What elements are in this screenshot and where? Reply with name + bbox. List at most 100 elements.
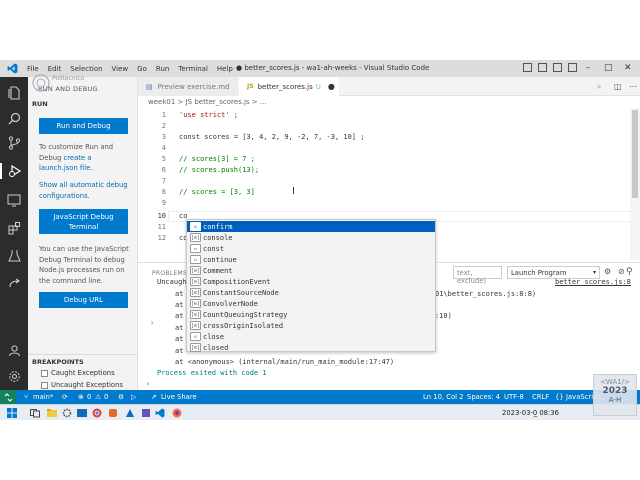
- tab-problems[interactable]: PROBLEMS: [152, 270, 187, 277]
- cursor-position[interactable]: Ln 10, Col 2: [423, 393, 464, 401]
- windows-start-icon[interactable]: [7, 408, 17, 418]
- javascript-debug-terminal-button[interactable]: JavaScript Debug Terminal: [39, 209, 128, 234]
- live-share-icon[interactable]: [6, 275, 22, 291]
- warnings-icon[interactable]: ⚠: [95, 393, 101, 401]
- app-icon[interactable]: [108, 408, 118, 418]
- errors-count[interactable]: 0: [87, 393, 91, 401]
- editor-scrollbar[interactable]: [630, 108, 640, 260]
- toggle-sidebar-icon[interactable]: [523, 63, 532, 72]
- suggestion-item[interactable]: [e] console: [187, 232, 435, 243]
- keyword-icon: ▭: [190, 255, 201, 264]
- app-icon[interactable]: [125, 408, 135, 418]
- menu-help[interactable]: Help: [217, 65, 233, 73]
- method-icon: ◇: [190, 222, 201, 231]
- warnings-count[interactable]: 0: [104, 393, 108, 401]
- toggle-panel-icon[interactable]: [538, 63, 547, 72]
- taskbar-clock[interactable]: 2023-03-0̲ 08:36: [502, 409, 559, 417]
- suggestion-item[interactable]: ◇ close: [187, 331, 435, 342]
- menu-go[interactable]: Go: [137, 65, 147, 73]
- settings-app-icon[interactable]: [62, 408, 72, 418]
- suggestion-item[interactable]: [e] ConstantSourceNode: [187, 287, 435, 298]
- testing-icon[interactable]: [6, 247, 22, 263]
- breakpoints-header[interactable]: BREAKPOINTS: [32, 358, 84, 366]
- end-of-line[interactable]: CRLF: [532, 393, 549, 401]
- run-section-header[interactable]: RUN: [32, 100, 48, 108]
- menu-view[interactable]: View: [112, 65, 129, 73]
- file-explorer-icon[interactable]: [47, 408, 57, 418]
- variable-icon: [e]: [190, 266, 201, 275]
- badge-line-3: A-H: [608, 396, 622, 404]
- suggestion-item[interactable]: [e] CountQueuingStrategy: [187, 309, 435, 320]
- caught-exceptions-row[interactable]: Caught Exceptions: [41, 369, 115, 377]
- menu-terminal[interactable]: Terminal: [178, 65, 208, 73]
- suggestion-item[interactable]: [e] closed: [187, 342, 435, 353]
- live-share-status[interactable]: Live Share: [161, 393, 197, 401]
- chrome-icon[interactable]: [92, 408, 102, 418]
- suggestion-item[interactable]: [e] CompositionEvent: [187, 276, 435, 287]
- more-actions-icon[interactable]: ⋯: [629, 82, 637, 91]
- suggestion-item[interactable]: [e] crossOriginIsolated: [187, 320, 435, 331]
- source-link[interactable]: better_scores.js:8: [555, 278, 631, 286]
- minimize-icon[interactable]: –: [586, 62, 591, 74]
- menu-run[interactable]: Run: [156, 65, 169, 73]
- errors-icon[interactable]: ⊗: [78, 393, 84, 401]
- menu-file[interactable]: File: [27, 65, 39, 73]
- toggle-secondary-sidebar-icon[interactable]: [553, 63, 562, 72]
- show-automatic-configs-link[interactable]: Show all automatic debug configurations.: [39, 180, 131, 201]
- line-number: 12: [157, 234, 166, 242]
- outlook-icon[interactable]: [77, 408, 87, 418]
- clear-console-icon[interactable]: ⊘: [618, 267, 625, 276]
- customize-layout-icon[interactable]: [568, 63, 577, 72]
- firefox-icon[interactable]: [172, 408, 182, 418]
- open-preview-icon[interactable]: ⌕: [597, 82, 601, 92]
- uncaught-exceptions-row[interactable]: Uncaught Exceptions: [41, 381, 123, 389]
- run-icon[interactable]: ▷: [131, 393, 136, 401]
- menu-edit[interactable]: Edit: [48, 65, 62, 73]
- debug-icon[interactable]: ⚙: [118, 393, 124, 401]
- encoding[interactable]: UTF-8: [504, 393, 524, 401]
- output-line: at: [175, 312, 184, 320]
- run-debug-icon[interactable]: [0, 163, 28, 179]
- run-and-debug-button[interactable]: Run and Debug: [39, 118, 128, 134]
- output-path-fragment: 01\better_scores.js:8:8): [435, 290, 537, 298]
- extensions-icon[interactable]: [6, 220, 22, 236]
- unsaved-dot-icon[interactable]: ●: [328, 82, 335, 91]
- close-icon[interactable]: ✕: [624, 62, 632, 74]
- indentation[interactable]: Spaces: 4: [467, 393, 500, 401]
- console-prompt-chevron-icon[interactable]: ›: [146, 380, 150, 388]
- vscode-logo-icon: [5, 62, 19, 76]
- menu-selection[interactable]: Selection: [70, 65, 102, 73]
- source-control-icon[interactable]: [6, 135, 22, 151]
- tab-better-scores[interactable]: JS better_scores.js U ●: [239, 77, 339, 96]
- uncaught-exceptions-checkbox[interactable]: [41, 381, 48, 389]
- breadcrumb[interactable]: week01 > JS better_scores.js > ...: [148, 98, 267, 106]
- remote-indicator-icon[interactable]: [0, 390, 16, 404]
- tab-preview-exercise[interactable]: ▤ Preview exercise.md: [138, 77, 238, 96]
- accounts-icon[interactable]: [6, 342, 22, 358]
- scrollbar-thumb[interactable]: [632, 110, 638, 198]
- task-view-icon[interactable]: [30, 408, 40, 418]
- caught-exceptions-checkbox[interactable]: [41, 369, 48, 377]
- debug-url-button[interactable]: Debug URL: [39, 292, 128, 308]
- manage-gear-icon[interactable]: [6, 368, 22, 384]
- split-editor-icon[interactable]: ◫: [614, 82, 622, 91]
- branch-name[interactable]: main*: [33, 393, 53, 401]
- maximize-icon[interactable]: □: [604, 62, 613, 74]
- editor-tabs: ▤ Preview exercise.md JS better_scores.j…: [138, 77, 640, 96]
- expand-chevron-icon[interactable]: ›: [150, 319, 154, 327]
- explorer-icon[interactable]: [6, 85, 22, 101]
- suggestion-item[interactable]: [e] Comment: [187, 265, 435, 276]
- suggestion-item[interactable]: ▭ const: [187, 243, 435, 254]
- settings-gear-icon[interactable]: ⚙: [604, 267, 611, 276]
- suggestion-item[interactable]: ◇ confirm: [187, 221, 435, 232]
- suggestion-item[interactable]: [e] ConvolverNode: [187, 298, 435, 309]
- variable-icon: [e]: [190, 299, 201, 308]
- app-icon[interactable]: [141, 408, 151, 418]
- vscode-taskbar-icon[interactable]: [155, 408, 165, 418]
- debug-console-filter[interactable]: text, exclude): [453, 266, 502, 285]
- remote-explorer-icon[interactable]: [6, 192, 22, 208]
- sync-icon[interactable]: ⟳: [62, 393, 68, 401]
- suggestion-item[interactable]: ▭ continue: [187, 254, 435, 265]
- filter-icon[interactable]: ⚲: [626, 267, 633, 277]
- search-icon[interactable]: [6, 110, 22, 126]
